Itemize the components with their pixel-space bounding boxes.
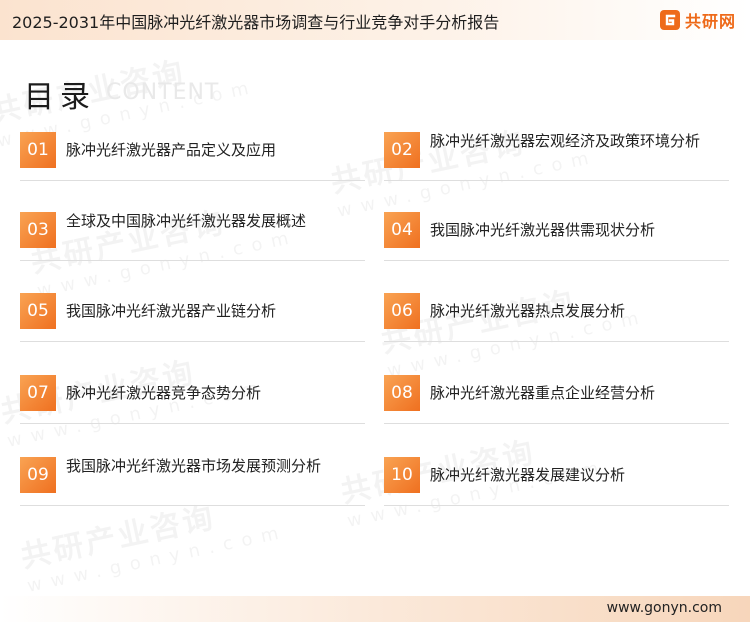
divider [384, 341, 729, 342]
toc-subtitle: CONTENT [106, 80, 220, 105]
toc-item-06[interactable]: 06 脉冲光纤激光器热点发展分析 [384, 292, 729, 342]
toc-item-number: 05 [20, 293, 56, 329]
toc-item-number: 06 [384, 293, 420, 329]
toc-item-number: 09 [20, 457, 56, 493]
toc-item-02[interactable]: 02 脉冲光纤激光器宏观经济及政策环境分析 [384, 131, 729, 181]
header-bar: 2025-2031年中国脉冲光纤激光器市场调查与行业竞争对手分析报告 共研网 [0, 0, 750, 40]
toc-item-03[interactable]: 03 全球及中国脉冲光纤激光器发展概述 [20, 211, 365, 261]
toc-item-10[interactable]: 10 脉冲光纤激光器发展建议分析 [384, 456, 729, 506]
divider [20, 260, 365, 261]
toc-item-label: 脉冲光纤激光器宏观经济及政策环境分析 [430, 132, 701, 150]
toc-title: 目录 [24, 80, 96, 115]
toc-item-number: 01 [20, 132, 56, 168]
report-title: 2025-2031年中国脉冲光纤激光器市场调查与行业竞争对手分析报告 [12, 13, 500, 32]
divider [384, 180, 729, 181]
toc-item-label: 我国脉冲光纤激光器供需现状分析 [430, 221, 656, 239]
toc-item-08[interactable]: 08 脉冲光纤激光器重点企业经营分析 [384, 374, 729, 424]
toc-item-label: 脉冲光纤激光器竞争态势分析 [66, 384, 262, 402]
toc-item-number: 03 [20, 212, 56, 248]
toc-item-label: 我国脉冲光纤激光器产业链分析 [66, 302, 277, 320]
gonyn-logo-icon [659, 10, 680, 30]
divider [20, 180, 365, 181]
toc-item-09[interactable]: 09 我国脉冲光纤激光器市场发展预测分析 [20, 456, 365, 506]
toc-item-01[interactable]: 01 脉冲光纤激光器产品定义及应用 [20, 131, 365, 181]
toc-item-05[interactable]: 05 我国脉冲光纤激光器产业链分析 [20, 292, 365, 342]
logo-text: 共研网 [684, 12, 736, 31]
divider [384, 423, 729, 424]
divider [20, 341, 365, 342]
toc-item-label: 脉冲光纤激光器重点企业经营分析 [430, 384, 656, 402]
brand-logo: 共研网 [659, 8, 736, 32]
divider [20, 505, 365, 506]
toc-item-label: 全球及中国脉冲光纤激光器发展概述 [66, 212, 307, 230]
toc-item-label: 脉冲光纤激光器产品定义及应用 [66, 141, 277, 159]
footer-url: www.gonyn.com [606, 600, 722, 616]
toc-item-number: 04 [384, 212, 420, 248]
toc-item-number: 10 [384, 457, 420, 493]
toc-item-label: 脉冲光纤激光器发展建议分析 [430, 466, 626, 484]
footer-bar: www.gonyn.com [0, 596, 750, 622]
divider [384, 505, 729, 506]
toc-item-number: 08 [384, 375, 420, 411]
divider [20, 423, 365, 424]
divider [384, 260, 729, 261]
toc-item-number: 02 [384, 132, 420, 168]
toc-item-number: 07 [20, 375, 56, 411]
toc-item-label: 我国脉冲光纤激光器市场发展预测分析 [66, 457, 322, 475]
toc-item-07[interactable]: 07 脉冲光纤激光器竞争态势分析 [20, 374, 365, 424]
toc-item-label: 脉冲光纤激光器热点发展分析 [430, 302, 626, 320]
toc-item-04[interactable]: 04 我国脉冲光纤激光器供需现状分析 [384, 211, 729, 261]
